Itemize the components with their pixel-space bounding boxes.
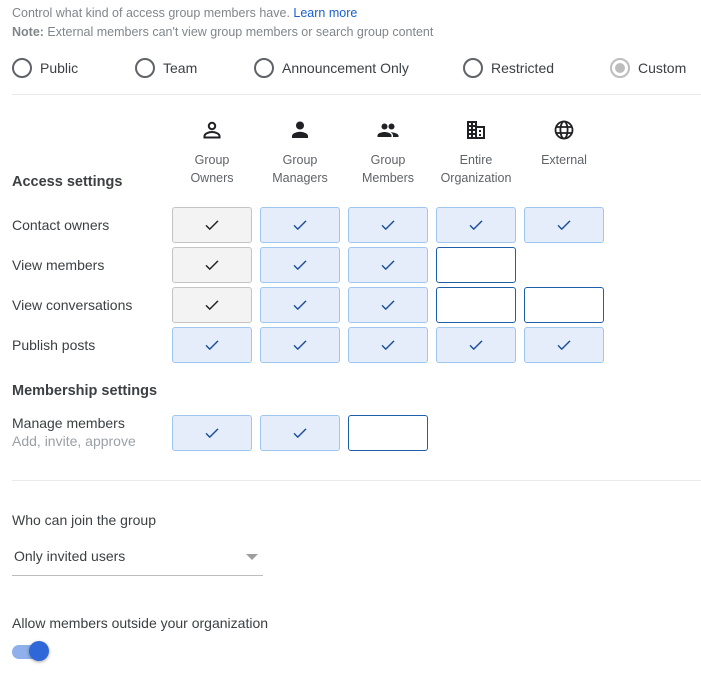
permission-cell-group-members[interactable]: [348, 207, 428, 243]
globe-icon: [554, 120, 574, 140]
people-icon: [377, 123, 399, 137]
checkmark-icon: [381, 300, 395, 311]
permission-cell-entire-organization[interactable]: [436, 327, 516, 363]
permission-cell-group-owners: [172, 247, 252, 283]
note-label: Note:: [12, 25, 44, 39]
radio-team[interactable]: Team: [135, 56, 197, 80]
checkmark-icon: [381, 260, 395, 271]
select-value: Only invited users: [14, 548, 126, 564]
allow-external-toggle[interactable]: [12, 641, 50, 661]
checkmark-icon: [205, 300, 219, 311]
radio-announcement-only[interactable]: Announcement Only: [254, 56, 409, 80]
radio-label: Public: [40, 60, 79, 76]
who-can-join-label: Who can join the group: [12, 512, 156, 528]
who-can-join-select[interactable]: Only invited users: [12, 542, 263, 576]
permission-cell-external[interactable]: [524, 327, 604, 363]
allow-external-label: Allow members outside your organization: [12, 615, 269, 631]
column-label: Group Managers: [272, 153, 328, 185]
permission-cell-group-managers[interactable]: [260, 247, 340, 283]
intro-description: Control what kind of access group member…: [12, 6, 294, 20]
checkmark-icon: [205, 260, 219, 271]
permission-cell-group-managers[interactable]: [260, 415, 340, 451]
domain-icon: [467, 121, 485, 139]
checkmark-icon: [557, 220, 571, 231]
note-description: External members can't view group member…: [43, 25, 434, 39]
row-label-manage-members: Manage members: [12, 415, 125, 431]
permission-cell-entire-organization[interactable]: [436, 207, 516, 243]
permission-cell-group-members[interactable]: [348, 327, 428, 363]
checkmark-icon: [205, 340, 219, 351]
radio-label: Custom: [638, 60, 687, 76]
checkmark-icon: [205, 428, 219, 439]
column-group-owners: Group Owners: [172, 118, 252, 187]
column-group-managers: Group Managers: [260, 118, 340, 187]
permission-cell-external[interactable]: [524, 287, 604, 323]
membership-settings-title: Membership settings: [12, 383, 158, 399]
checkmark-icon: [469, 220, 483, 231]
checkmark-icon: [557, 340, 571, 351]
permission-cell-group-managers[interactable]: [260, 327, 340, 363]
checkmark-icon: [205, 220, 219, 231]
radio-circle-selected[interactable]: [610, 58, 630, 78]
permission-cell-group-members[interactable]: [348, 287, 428, 323]
permission-cell-entire-organization[interactable]: [436, 247, 516, 283]
radio-circle[interactable]: [254, 58, 274, 78]
toggle-thumb[interactable]: [29, 641, 49, 661]
permission-cell-group-members[interactable]: [348, 415, 428, 451]
radio-circle[interactable]: [463, 58, 483, 78]
divider: [12, 480, 701, 481]
column-label: Group Owners: [190, 153, 234, 185]
radio-custom[interactable]: Custom: [610, 56, 686, 80]
radio-label: Team: [163, 60, 198, 76]
row-label-view-members: View members: [12, 257, 105, 273]
person-outline-icon: [203, 121, 221, 139]
note-text: Note: External members can't view group …: [12, 23, 433, 41]
checkmark-icon: [293, 260, 307, 271]
checkmark-icon: [293, 340, 307, 351]
row-sublabel-manage-members: Add, invite, approve: [12, 433, 136, 449]
row-label-contact-owners: Contact owners: [12, 217, 110, 233]
column-entire-organization: Entire Organization: [436, 118, 516, 187]
permission-cell-group-owners: [172, 287, 252, 323]
access-type-radio-group: Public Team Announcement Only Restricted…: [12, 56, 701, 80]
permission-cell-group-owners[interactable]: [172, 415, 252, 451]
column-label: Entire Organization: [440, 153, 512, 185]
permission-cell-group-owners: [172, 207, 252, 243]
radio-circle[interactable]: [12, 58, 32, 78]
divider: [12, 94, 701, 95]
checkmark-icon: [293, 300, 307, 311]
person-icon: [292, 121, 308, 138]
permission-cell-external[interactable]: [524, 207, 604, 243]
radio-circle[interactable]: [135, 58, 155, 78]
permission-cell-group-managers[interactable]: [260, 287, 340, 323]
radio-public[interactable]: Public: [12, 56, 78, 80]
checkmark-icon: [381, 220, 395, 231]
dropdown-arrow-icon[interactable]: [246, 554, 258, 560]
access-settings-title: Access settings: [12, 174, 123, 190]
permission-cell-group-owners[interactable]: [172, 327, 252, 363]
radio-label: Announcement Only: [282, 60, 409, 76]
permission-cell-entire-organization[interactable]: [436, 287, 516, 323]
checkmark-icon: [293, 428, 307, 439]
radio-label: Restricted: [491, 60, 555, 76]
column-label: External: [541, 153, 587, 167]
column-group-members: Group Members: [348, 118, 428, 187]
row-label-publish-posts: Publish posts: [12, 337, 96, 353]
radio-restricted[interactable]: Restricted: [463, 56, 554, 80]
permission-cell-group-members[interactable]: [348, 247, 428, 283]
permission-cell-group-managers[interactable]: [260, 207, 340, 243]
column-external: External: [524, 118, 604, 169]
checkmark-icon: [293, 220, 307, 231]
intro-text: Control what kind of access group member…: [12, 4, 357, 22]
checkmark-icon: [381, 340, 395, 351]
checkmark-icon: [469, 340, 483, 351]
column-label: Group Members: [361, 153, 415, 185]
learn-more-link[interactable]: Learn more: [293, 6, 357, 20]
row-label-view-conversations: View conversations: [12, 297, 133, 313]
